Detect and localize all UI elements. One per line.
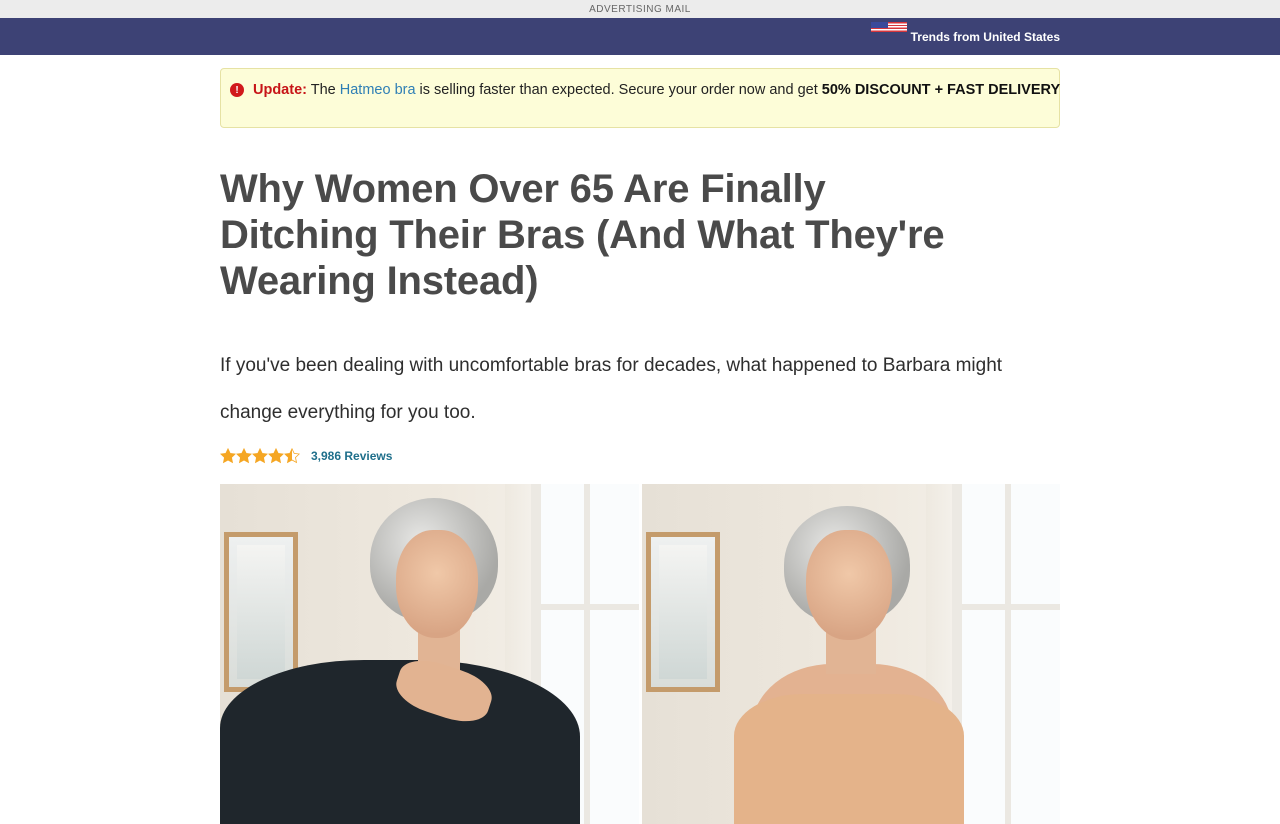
advertising-bar: ADVERTISING MAIL: [0, 0, 1280, 18]
advertising-label: ADVERTISING MAIL: [589, 3, 691, 15]
alert-update-label: Update:: [253, 82, 307, 98]
before-photo: [220, 484, 639, 824]
article-container: ! Update: The Hatmeo bra is selling fast…: [220, 68, 1060, 824]
star-icon: [220, 448, 236, 464]
alert-emphasis: 50% DISCOUNT + FAST DELIVERY: [821, 82, 1061, 98]
star-icon: [268, 448, 284, 464]
page-title: Why Women Over 65 Are Finally Ditching T…: [220, 167, 945, 303]
star-rating: [220, 448, 300, 464]
trends-label: Trends from United States: [910, 29, 1060, 44]
article-subhead: If you've been dealing with uncomfortabl…: [220, 355, 1003, 423]
product-link[interactable]: Hatmeo bra: [340, 82, 416, 98]
star-icon: [252, 448, 268, 464]
rating-row: 3,986 Reviews: [220, 446, 1060, 466]
star-icon: [284, 448, 300, 464]
update-alert: ! Update: The Hatmeo bra is selling fast…: [220, 68, 1060, 128]
reviews-link[interactable]: 3,986 Reviews: [311, 449, 392, 463]
alert-text-before: The: [306, 82, 340, 98]
alert-text-after: is selling faster than expected. Secure …: [415, 82, 822, 98]
alert-text: Update: The Hatmeo bra is selling faster…: [253, 81, 1060, 99]
top-nav: Trends from United States: [0, 18, 1280, 55]
after-photo: [641, 484, 1060, 824]
star-icon: [236, 448, 252, 464]
exclamation-circle-icon: !: [230, 83, 244, 97]
trends-region: Trends from United States: [870, 18, 1060, 55]
us-flag-icon: [870, 22, 907, 32]
before-after-images: [220, 484, 1060, 824]
